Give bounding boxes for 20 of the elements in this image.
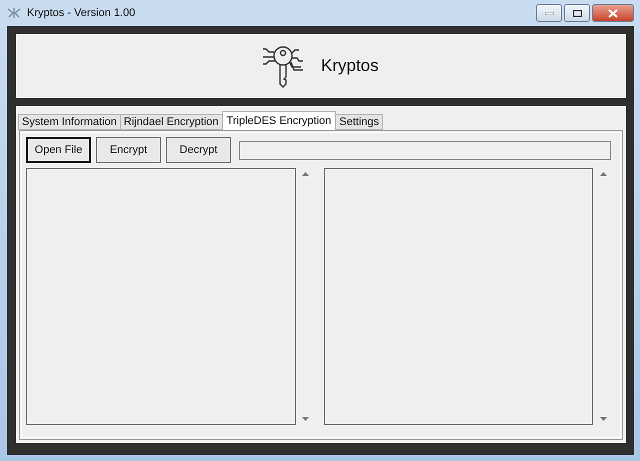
- scroll-down-icon[interactable]: [600, 417, 606, 421]
- scroll-up-icon[interactable]: [600, 172, 606, 176]
- minimize-button[interactable]: [536, 4, 562, 22]
- scroll-up-icon[interactable]: [302, 172, 309, 176]
- close-icon: [608, 8, 618, 18]
- maximize-button[interactable]: [564, 4, 590, 22]
- tab[interactable]: TripleDES Encryption: [222, 111, 336, 130]
- tab[interactable]: Rijndael Encryption: [120, 114, 223, 130]
- close-button[interactable]: [592, 4, 634, 22]
- action-button[interactable]: Encrypt: [96, 137, 161, 163]
- action-button[interactable]: Decrypt: [166, 137, 231, 163]
- action-button[interactable]: Open File: [26, 137, 91, 163]
- tab[interactable]: Settings: [335, 114, 384, 130]
- tab[interactable]: System Information: [18, 114, 121, 130]
- app-icon: [7, 7, 21, 19]
- app-name: Kryptos: [321, 56, 379, 76]
- maximize-icon: [572, 10, 582, 16]
- minimize-icon: [544, 12, 554, 14]
- window-title: Kryptos - Version 1.00: [27, 7, 136, 19]
- scroll-down-icon[interactable]: [302, 417, 309, 421]
